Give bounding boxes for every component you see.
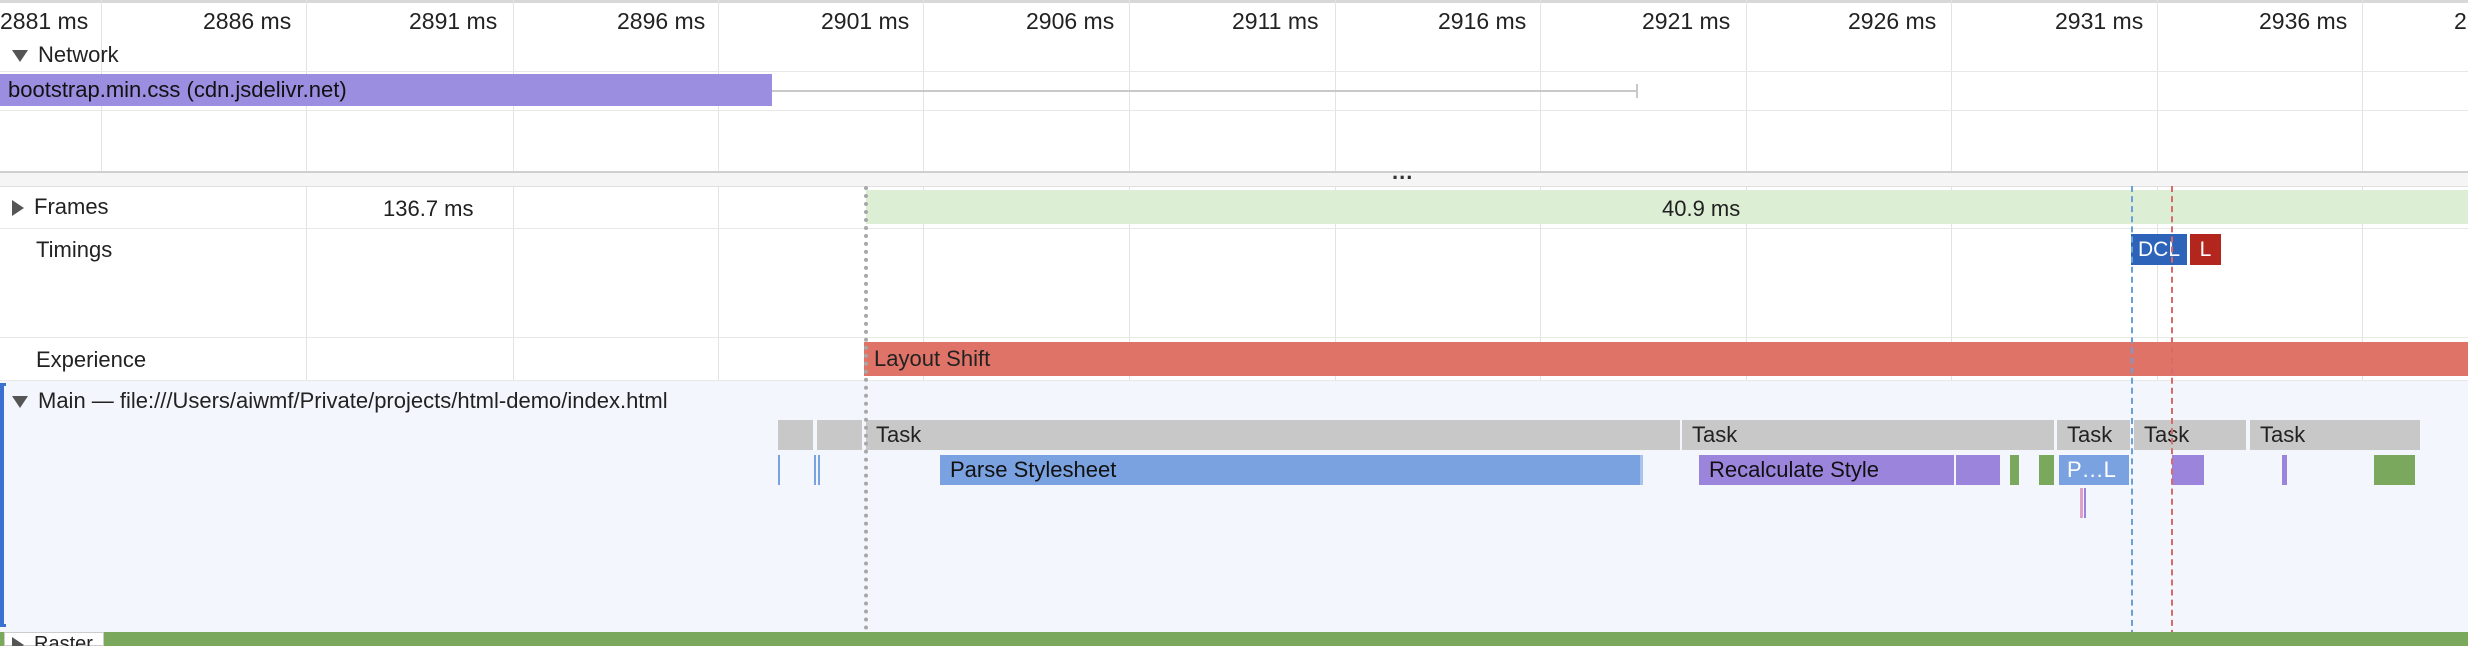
expand-arrow-icon bbox=[12, 396, 28, 409]
raster-track-header[interactable]: Raster bbox=[12, 633, 93, 646]
row-divider bbox=[0, 228, 2468, 229]
small-event[interactable] bbox=[778, 455, 780, 485]
overview-edge bbox=[0, 0, 2468, 3]
task-bar[interactable]: Task bbox=[2250, 420, 2420, 450]
splitter-handle: ... bbox=[1392, 159, 1414, 184]
experience-label: Experience bbox=[36, 347, 147, 372]
paint-event[interactable] bbox=[2374, 455, 2415, 485]
expand-arrow-icon bbox=[12, 200, 24, 217]
load-marker[interactable]: L bbox=[2190, 234, 2221, 265]
task-bar[interactable] bbox=[817, 420, 862, 450]
main-track-label: Main — file:///Users/aiwmf/Private/proje… bbox=[38, 388, 668, 413]
task-bar[interactable]: Task bbox=[1682, 420, 2054, 450]
network-label: Network bbox=[38, 42, 119, 67]
ruler-tick: 2921 ms bbox=[1642, 8, 1731, 34]
paint-event[interactable] bbox=[2010, 455, 2019, 485]
ruler-tick: 2916 ms bbox=[1438, 8, 1527, 34]
ruler-tick: 2 bbox=[2454, 8, 2467, 34]
ruler-tick: 2906 ms bbox=[1026, 8, 1115, 34]
timings-label: Timings bbox=[36, 237, 113, 262]
small-event[interactable] bbox=[2282, 455, 2287, 485]
task-bar[interactable]: Task bbox=[2134, 420, 2246, 450]
load-line bbox=[2171, 186, 2173, 646]
frames-label: Frames bbox=[34, 194, 109, 219]
dcl-marker[interactable]: DCL bbox=[2131, 234, 2187, 265]
row-divider bbox=[0, 71, 2468, 72]
dcl-line bbox=[2131, 186, 2133, 646]
ruler-tick: 2936 ms bbox=[2259, 8, 2348, 34]
small-event[interactable] bbox=[1640, 455, 1643, 485]
main-track-header[interactable]: Main — file:///Users/aiwmf/Private/proje… bbox=[12, 388, 668, 414]
raster-track[interactable]: Raster bbox=[0, 632, 2468, 646]
expand-arrow-icon bbox=[12, 637, 24, 646]
parse-stylesheet-event[interactable]: Parse Stylesheet bbox=[940, 455, 1640, 485]
small-event[interactable] bbox=[814, 455, 816, 485]
network-request-wait-line bbox=[772, 90, 1638, 92]
time-ruler[interactable]: 2881 ms 2886 ms 2891 ms 2896 ms 2901 ms … bbox=[0, 0, 2468, 42]
small-event[interactable] bbox=[1956, 455, 2000, 485]
ruler-tick: 2901 ms bbox=[821, 8, 910, 34]
main-track-selection-bracket bbox=[0, 383, 6, 627]
raster-label: Raster bbox=[34, 633, 93, 646]
panel-splitter[interactable]: ... bbox=[0, 159, 2468, 187]
frames-track-header[interactable]: Frames bbox=[12, 194, 109, 220]
row-divider bbox=[0, 337, 2468, 338]
task-bar[interactable]: Task bbox=[2057, 420, 2130, 450]
ruler-tick: 2911 ms bbox=[1232, 8, 1319, 34]
recalculate-style-event[interactable]: Recalculate Style bbox=[1699, 455, 1954, 485]
network-request-bar[interactable]: bootstrap.min.css (cdn.jsdelivr.net) bbox=[0, 74, 772, 106]
small-event[interactable] bbox=[2080, 488, 2083, 518]
ruler-tick: 2891 ms bbox=[409, 8, 498, 34]
expand-arrow-icon bbox=[12, 50, 28, 63]
ruler-tick: 2896 ms bbox=[617, 8, 706, 34]
ruler-tick: 2886 ms bbox=[203, 8, 292, 34]
small-event[interactable] bbox=[2172, 455, 2204, 485]
small-event[interactable] bbox=[2084, 488, 2086, 518]
network-request-end-tick bbox=[1636, 84, 1638, 98]
layout-shift-bar[interactable]: Layout Shift bbox=[864, 342, 2468, 376]
frame-boundary-line bbox=[864, 186, 868, 646]
frame-duration[interactable]: 136.7 ms bbox=[383, 196, 474, 222]
parse-html-event[interactable]: P…L bbox=[2059, 455, 2129, 485]
row-divider bbox=[0, 110, 2468, 111]
ruler-tick: 2926 ms bbox=[1848, 8, 1937, 34]
task-bar[interactable]: Task bbox=[866, 420, 1680, 450]
task-bar[interactable] bbox=[778, 420, 813, 450]
ruler-tick: 2881 ms bbox=[0, 8, 89, 34]
ruler-tick: 2931 ms bbox=[2055, 8, 2144, 34]
small-event[interactable] bbox=[818, 455, 820, 485]
paint-event[interactable] bbox=[2039, 455, 2054, 485]
network-track-header[interactable]: Network bbox=[12, 42, 119, 68]
frame-duration: 40.9 ms bbox=[1662, 196, 1741, 221]
